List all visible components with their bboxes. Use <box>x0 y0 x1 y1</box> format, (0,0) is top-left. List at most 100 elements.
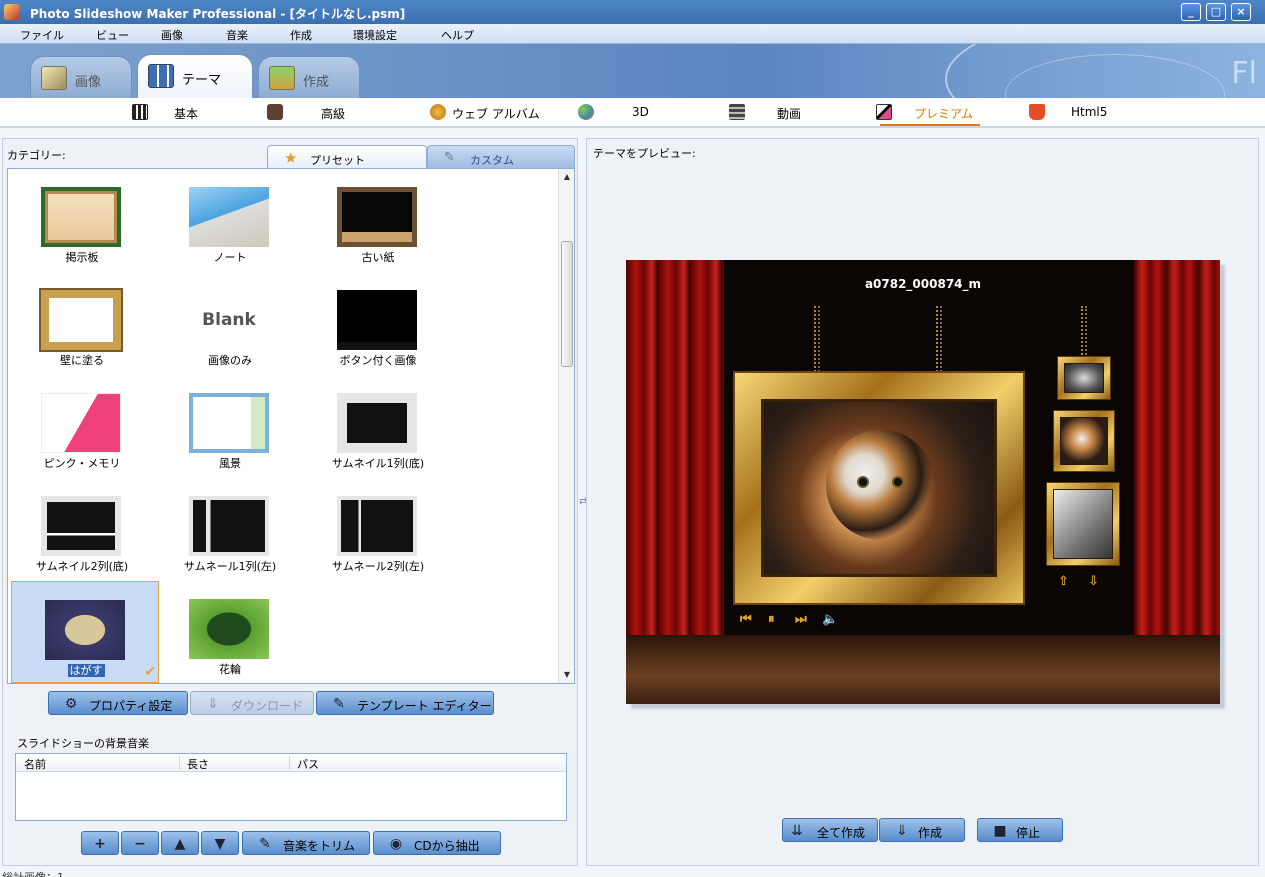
theme-item[interactable]: ピンク・メモリ <box>8 375 156 477</box>
subtab-premium-label: プレミアム <box>914 107 974 121</box>
brand-text: Fl <box>1231 56 1257 91</box>
scrollbar-thumb[interactable] <box>561 241 573 367</box>
move-down-button[interactable]: ▼ <box>201 831 239 855</box>
subtab-premium[interactable]: プレミアム <box>876 104 974 122</box>
theme-item[interactable]: 花輪 <box>156 581 304 683</box>
menu-music[interactable]: 音楽 <box>226 27 248 43</box>
theme-label: 花輪 <box>219 663 241 676</box>
volume-icon[interactable]: 🔈 <box>822 612 838 627</box>
theme-grid: 掲示板 ノート 古い紙 壁に塗る Blank 画像のみ ボタン付く画像 ピンク・… <box>7 168 575 684</box>
subtab-video[interactable]: 動画 <box>729 104 801 122</box>
theme-item[interactable]: ノート <box>156 169 304 271</box>
subtab-advanced[interactable]: 高級 <box>267 104 345 122</box>
add-music-button[interactable]: + <box>81 831 119 855</box>
remove-music-button[interactable]: − <box>121 831 159 855</box>
tab-theme[interactable]: テーマ <box>137 54 253 98</box>
theme-item[interactable]: サムネール1列(左) <box>156 478 304 580</box>
template-editor-button[interactable]: ✎ テンプレート エディター <box>316 691 494 715</box>
title-bar: Photo Slideshow Maker Professional - [タイ… <box>0 0 1265 24</box>
subtab-basic[interactable]: 基本 <box>132 104 198 122</box>
column-path[interactable]: パス <box>297 756 319 772</box>
theme-label: 掲示板 <box>65 251 99 264</box>
theme-label: ノート <box>213 251 247 264</box>
arrow-down-icon[interactable]: ⇩ <box>1088 574 1099 589</box>
tab-custom-label: カスタム <box>470 154 514 167</box>
theme-thumbnail <box>189 599 269 659</box>
scroll-up-icon[interactable]: ▲ <box>559 169 574 185</box>
scroll-down-icon[interactable]: ▼ <box>559 667 574 683</box>
maximize-button[interactable]: □ <box>1206 3 1226 21</box>
thumbnail-frame[interactable] <box>1053 410 1115 472</box>
theme-item[interactable]: 掲示板 <box>8 169 156 271</box>
menu-file[interactable]: ファイル <box>20 27 64 43</box>
active-subtab-indicator <box>880 124 980 126</box>
theme-thumbnail <box>337 393 417 453</box>
theme-item[interactable]: サムネイル1列(底) <box>304 375 452 477</box>
minus-icon: − <box>134 836 146 852</box>
properties-button[interactable]: ⚙ プロパティ設定 <box>48 691 188 715</box>
create-button[interactable]: ⇓ 作成 <box>879 818 965 842</box>
subtab-3d[interactable]: 3D <box>578 104 649 120</box>
theme-item[interactable]: Blank 画像のみ <box>156 272 304 374</box>
menu-create[interactable]: 作成 <box>290 27 312 43</box>
create-all-button[interactable]: ⇊ 全て作成 <box>782 818 878 842</box>
menu-preferences[interactable]: 環境設定 <box>353 27 397 43</box>
tab-preset-label: プリセット <box>310 154 365 167</box>
menu-image[interactable]: 画像 <box>161 27 183 43</box>
theme-item[interactable]: サムネール2列(左) <box>304 478 452 580</box>
kitten-eye <box>892 476 904 488</box>
theme-category-panel: カテゴリー: ★ プリセット ✎ カスタム 掲示板 ノート 古い紙 壁に塗る B… <box>2 138 578 866</box>
theme-item[interactable]: 古い紙 <box>304 169 452 271</box>
download-button[interactable]: ⇓ ダウンロード <box>190 691 314 715</box>
theme-thumbnail <box>189 187 269 247</box>
cd-extract-button[interactable]: ◉ CDから抽出 <box>373 831 501 855</box>
theme-item[interactable]: 風景 <box>156 375 304 477</box>
download-icon: ⇓ <box>207 696 219 712</box>
theme-label: サムネール2列(左) <box>331 560 425 573</box>
theme-grid-scrollbar[interactable]: ▲ ▼ <box>558 169 574 683</box>
previous-icon[interactable]: ⏮ <box>740 612 752 627</box>
subtab-html5[interactable]: Html5 <box>1029 104 1107 120</box>
theme-item[interactable]: ボタン付く画像 <box>304 272 452 374</box>
tab-image[interactable]: 画像 <box>30 56 132 98</box>
tab-create[interactable]: 作成 <box>258 56 360 98</box>
column-length[interactable]: 長さ <box>187 756 209 772</box>
move-up-button[interactable]: ▲ <box>161 831 199 855</box>
minimize-button[interactable]: _ <box>1181 3 1201 21</box>
tab-create-label: 作成 <box>303 75 330 90</box>
chain <box>936 306 942 372</box>
thumbnail-frame[interactable] <box>1057 356 1111 400</box>
close-button[interactable]: × <box>1231 3 1251 21</box>
tab-preset[interactable]: ★ プリセット <box>267 145 427 169</box>
subtab-web-album[interactable]: ウェブ アルバム <box>430 104 540 122</box>
arrow-down-icon: ▼ <box>214 836 226 852</box>
theme-thumbnail <box>337 290 417 350</box>
preview-image-title: a0782_000874_m <box>864 277 982 291</box>
theme-item[interactable]: 壁に塗る <box>8 272 156 374</box>
theme-item[interactable]: サムネイル2列(底) <box>8 478 156 580</box>
theme-label: 風景 <box>219 457 241 470</box>
download-button-label: ダウンロード <box>231 699 304 713</box>
chain <box>814 306 820 372</box>
3d-icon <box>578 104 594 120</box>
total-images-status: 総計画像：1 <box>2 869 64 877</box>
create-icon <box>269 66 295 90</box>
subtab-3d-label: 3D <box>632 105 649 119</box>
tab-custom[interactable]: ✎ カスタム <box>427 145 575 169</box>
menu-help[interactable]: ヘルプ <box>441 27 474 43</box>
create-all-label: 全て作成 <box>817 826 866 840</box>
next-icon[interactable]: ⏭ <box>795 612 807 627</box>
pencil-icon: ✎ <box>259 836 271 852</box>
menu-view[interactable]: ビュー <box>96 27 129 43</box>
create-label: 作成 <box>918 826 943 840</box>
thumbnail-frame[interactable] <box>1046 482 1120 566</box>
arrow-up-icon[interactable]: ⇧ <box>1058 574 1069 589</box>
theme-thumbnail <box>41 290 121 350</box>
stop-button[interactable]: ■ 停止 <box>977 818 1063 842</box>
arrow-up-icon: ▲ <box>174 836 186 852</box>
theme-item-selected[interactable]: はがす ✔ <box>11 581 159 683</box>
column-name[interactable]: 名前 <box>24 756 46 772</box>
pause-icon[interactable]: ⏸ <box>768 612 775 627</box>
music-table[interactable]: 名前 長さ パス <box>15 753 567 821</box>
trim-music-button[interactable]: ✎ 音楽をトリム <box>242 831 370 855</box>
